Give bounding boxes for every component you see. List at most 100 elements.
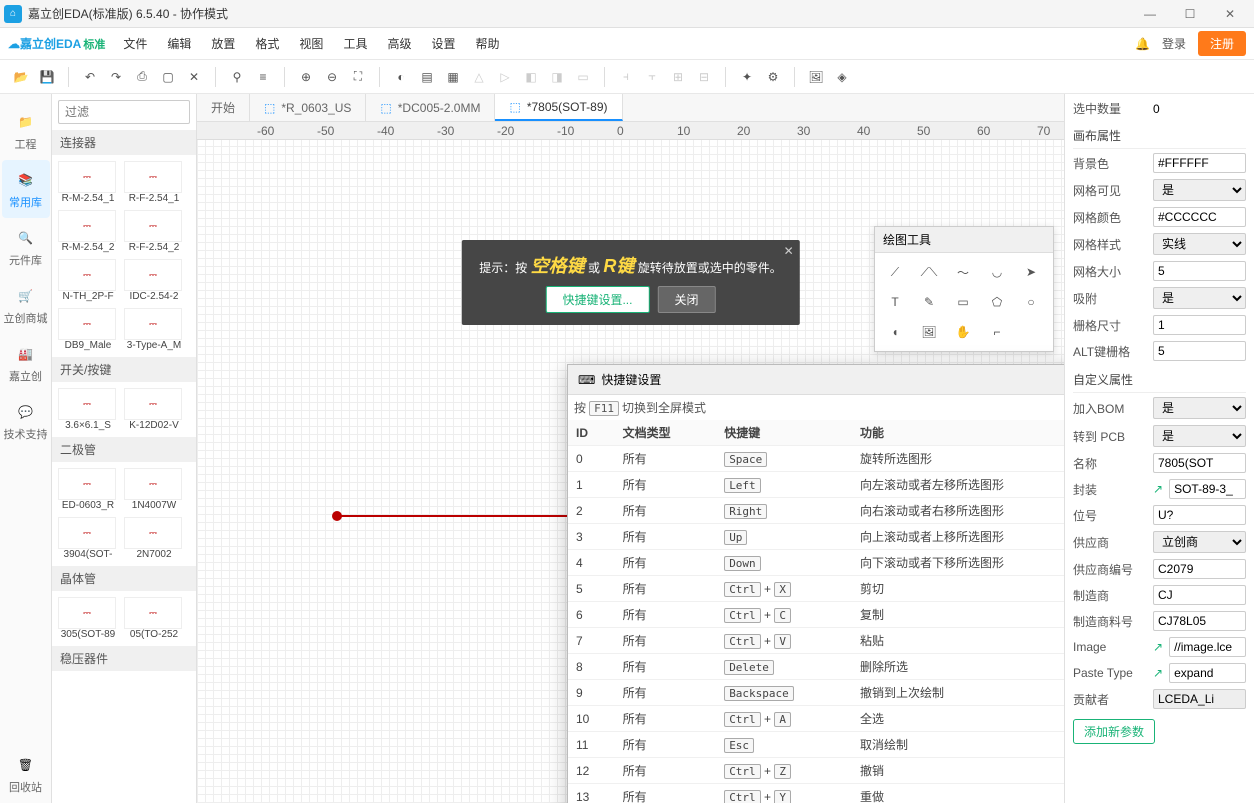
component[interactable]: ⎓05(TO-252 bbox=[122, 595, 186, 642]
nav-trash[interactable]: 🗑回收站 bbox=[2, 745, 50, 803]
toggle-icon[interactable]: ◐ bbox=[390, 66, 412, 88]
menu-工具[interactable]: 工具 bbox=[333, 31, 377, 56]
layers-icon[interactable]: ◈ bbox=[831, 66, 853, 88]
pen-tool-icon[interactable]: ✎ bbox=[915, 289, 943, 315]
component[interactable]: ⎓3-Type-A_M bbox=[122, 306, 186, 353]
prop-select[interactable]: 实线 bbox=[1153, 233, 1246, 255]
menu-视图[interactable]: 视图 bbox=[289, 31, 333, 56]
prop-input[interactable] bbox=[1153, 505, 1246, 525]
shortcut-row[interactable]: 2所有Right向右滚动或者右移所选图形 bbox=[568, 498, 1064, 524]
tool-icon[interactable]: ▤ bbox=[416, 66, 438, 88]
shortcut-row[interactable]: 9所有Backspace撤销到上次绘制 bbox=[568, 680, 1064, 706]
link-icon[interactable]: ↗ bbox=[1153, 640, 1163, 654]
nav-元件库[interactable]: 🔍元件库 bbox=[2, 218, 50, 276]
play-icon[interactable]: ▷ bbox=[494, 66, 516, 88]
link-icon[interactable]: ↗ bbox=[1153, 482, 1163, 496]
category[interactable]: 二极管 bbox=[52, 437, 196, 462]
halfcircle-tool-icon[interactable]: ◖ bbox=[881, 319, 909, 345]
rect-tool-icon[interactable]: ▭ bbox=[949, 289, 977, 315]
line-tool-icon[interactable]: ⟋ bbox=[881, 259, 909, 285]
prop-input[interactable] bbox=[1153, 611, 1246, 631]
nav-工程[interactable]: 📁工程 bbox=[2, 102, 50, 160]
prop-select[interactable]: 是 bbox=[1153, 287, 1246, 309]
image-icon[interactable]: 🖼 bbox=[805, 66, 827, 88]
prop-input[interactable] bbox=[1153, 453, 1246, 473]
tool3-icon[interactable]: △ bbox=[468, 66, 490, 88]
fit-icon[interactable]: ⛶ bbox=[347, 66, 369, 88]
tool5-icon[interactable]: ◨ bbox=[546, 66, 568, 88]
save-icon[interactable]: 💾 bbox=[36, 66, 58, 88]
corner-tool-icon[interactable]: ⌐ bbox=[983, 319, 1011, 345]
component[interactable]: ⎓R-F-2.54_1 bbox=[122, 159, 186, 206]
component[interactable]: ⎓R-F-2.54_2 bbox=[122, 208, 186, 255]
prop-input[interactable] bbox=[1153, 689, 1246, 709]
search-icon[interactable]: ⚲ bbox=[226, 66, 248, 88]
list-icon[interactable]: ≡ bbox=[252, 66, 274, 88]
close-button[interactable]: ✕ bbox=[1210, 0, 1250, 28]
menu-高级[interactable]: 高级 bbox=[377, 31, 421, 56]
prop-input[interactable] bbox=[1169, 479, 1246, 499]
tool2-icon[interactable]: ▦ bbox=[442, 66, 464, 88]
open-icon[interactable]: 📂 bbox=[10, 66, 32, 88]
shortcut-row[interactable]: 13所有Ctrl + Y重做 bbox=[568, 784, 1064, 803]
shortcut-row[interactable]: 11所有Esc取消绘制 bbox=[568, 732, 1064, 758]
component[interactable]: ⎓N-TH_2P-F bbox=[56, 257, 120, 304]
shortcut-row[interactable]: 8所有Delete删除所选 bbox=[568, 654, 1064, 680]
shortcut-row[interactable]: 10所有Ctrl + A全选 bbox=[568, 706, 1064, 732]
prop-input[interactable] bbox=[1153, 207, 1246, 227]
add-param-button[interactable]: 添加新参数 bbox=[1073, 719, 1155, 744]
shortcut-row[interactable]: 12所有Ctrl + Z撤销 bbox=[568, 758, 1064, 784]
align-icon[interactable]: ⫞ bbox=[615, 66, 637, 88]
align2-icon[interactable]: ⫟ bbox=[641, 66, 663, 88]
prop-select[interactable]: 是 bbox=[1153, 397, 1246, 419]
prop-input[interactable] bbox=[1153, 585, 1246, 605]
shortcut-row[interactable]: 6所有Ctrl + C复制 bbox=[568, 602, 1064, 628]
tab[interactable]: ⬚*DC005-2.0MM bbox=[366, 94, 495, 121]
tab[interactable]: ⬚*R_0603_US bbox=[250, 94, 366, 121]
prop-select[interactable]: 立创商 bbox=[1153, 531, 1246, 553]
prop-input[interactable] bbox=[1153, 315, 1246, 335]
category[interactable]: 稳压器件 bbox=[52, 646, 196, 671]
prop-input[interactable] bbox=[1169, 663, 1246, 683]
component[interactable]: ⎓IDC-2.54-2 bbox=[122, 257, 186, 304]
arrow-tool-icon[interactable]: ➤ bbox=[1017, 259, 1045, 285]
prop-input[interactable] bbox=[1153, 261, 1246, 281]
zoom-in-icon[interactable]: ⊕ bbox=[295, 66, 317, 88]
gear-icon[interactable]: ⚙ bbox=[762, 66, 784, 88]
prop-input[interactable] bbox=[1169, 637, 1246, 657]
component[interactable]: ⎓DB9_Male bbox=[56, 306, 120, 353]
component[interactable]: ⎓2N7002 bbox=[122, 515, 186, 562]
curve-tool-icon[interactable]: 〜 bbox=[949, 259, 977, 285]
menu-放置[interactable]: 放置 bbox=[201, 31, 245, 56]
shortcut-row[interactable]: 5所有Ctrl + X剪切 bbox=[568, 576, 1064, 602]
component[interactable]: ⎓K-12D02-V bbox=[122, 386, 186, 433]
shortcut-row[interactable]: 0所有Space旋转所选图形 bbox=[568, 446, 1064, 472]
distrib2-icon[interactable]: ⊟ bbox=[693, 66, 715, 88]
tool6-icon[interactable]: ▭ bbox=[572, 66, 594, 88]
distrib-icon[interactable]: ⊞ bbox=[667, 66, 689, 88]
tab[interactable]: 开始 bbox=[197, 94, 250, 121]
pan-tool-icon[interactable]: ✋ bbox=[949, 319, 977, 345]
category[interactable]: 开关/按键 bbox=[52, 357, 196, 382]
component[interactable]: ⎓R-M-2.54_1 bbox=[56, 159, 120, 206]
nav-技术支持[interactable]: 💬技术支持 bbox=[2, 392, 50, 450]
redo-icon[interactable]: ↷ bbox=[105, 66, 127, 88]
menu-文件[interactable]: 文件 bbox=[113, 31, 157, 56]
hint-close-icon[interactable]: ✕ bbox=[784, 244, 794, 258]
shortcut-row[interactable]: 4所有Down向下滚动或者下移所选图形 bbox=[568, 550, 1064, 576]
cross-icon[interactable]: ✕ bbox=[183, 66, 205, 88]
text-tool-icon[interactable]: T bbox=[881, 289, 909, 315]
component[interactable]: ⎓3904(SOT- bbox=[56, 515, 120, 562]
tab[interactable]: ⬚*7805(SOT-89) bbox=[495, 94, 622, 121]
circle-tool-icon[interactable]: ○ bbox=[1017, 289, 1045, 315]
category[interactable]: 连接器 bbox=[52, 130, 196, 155]
arc-tool-icon[interactable]: ◡ bbox=[983, 259, 1011, 285]
print-icon[interactable]: ⎙ bbox=[131, 66, 153, 88]
component[interactable]: ⎓R-M-2.54_2 bbox=[56, 208, 120, 255]
shortcut-row[interactable]: 3所有Up向上滚动或者上移所选图形 bbox=[568, 524, 1064, 550]
wand-icon[interactable]: ✦ bbox=[736, 66, 758, 88]
shortcut-row[interactable]: 7所有Ctrl + V粘贴 bbox=[568, 628, 1064, 654]
zoom-out-icon[interactable]: ⊖ bbox=[321, 66, 343, 88]
menu-设置[interactable]: 设置 bbox=[421, 31, 465, 56]
nav-嘉立创[interactable]: 🏭嘉立创 bbox=[2, 334, 50, 392]
